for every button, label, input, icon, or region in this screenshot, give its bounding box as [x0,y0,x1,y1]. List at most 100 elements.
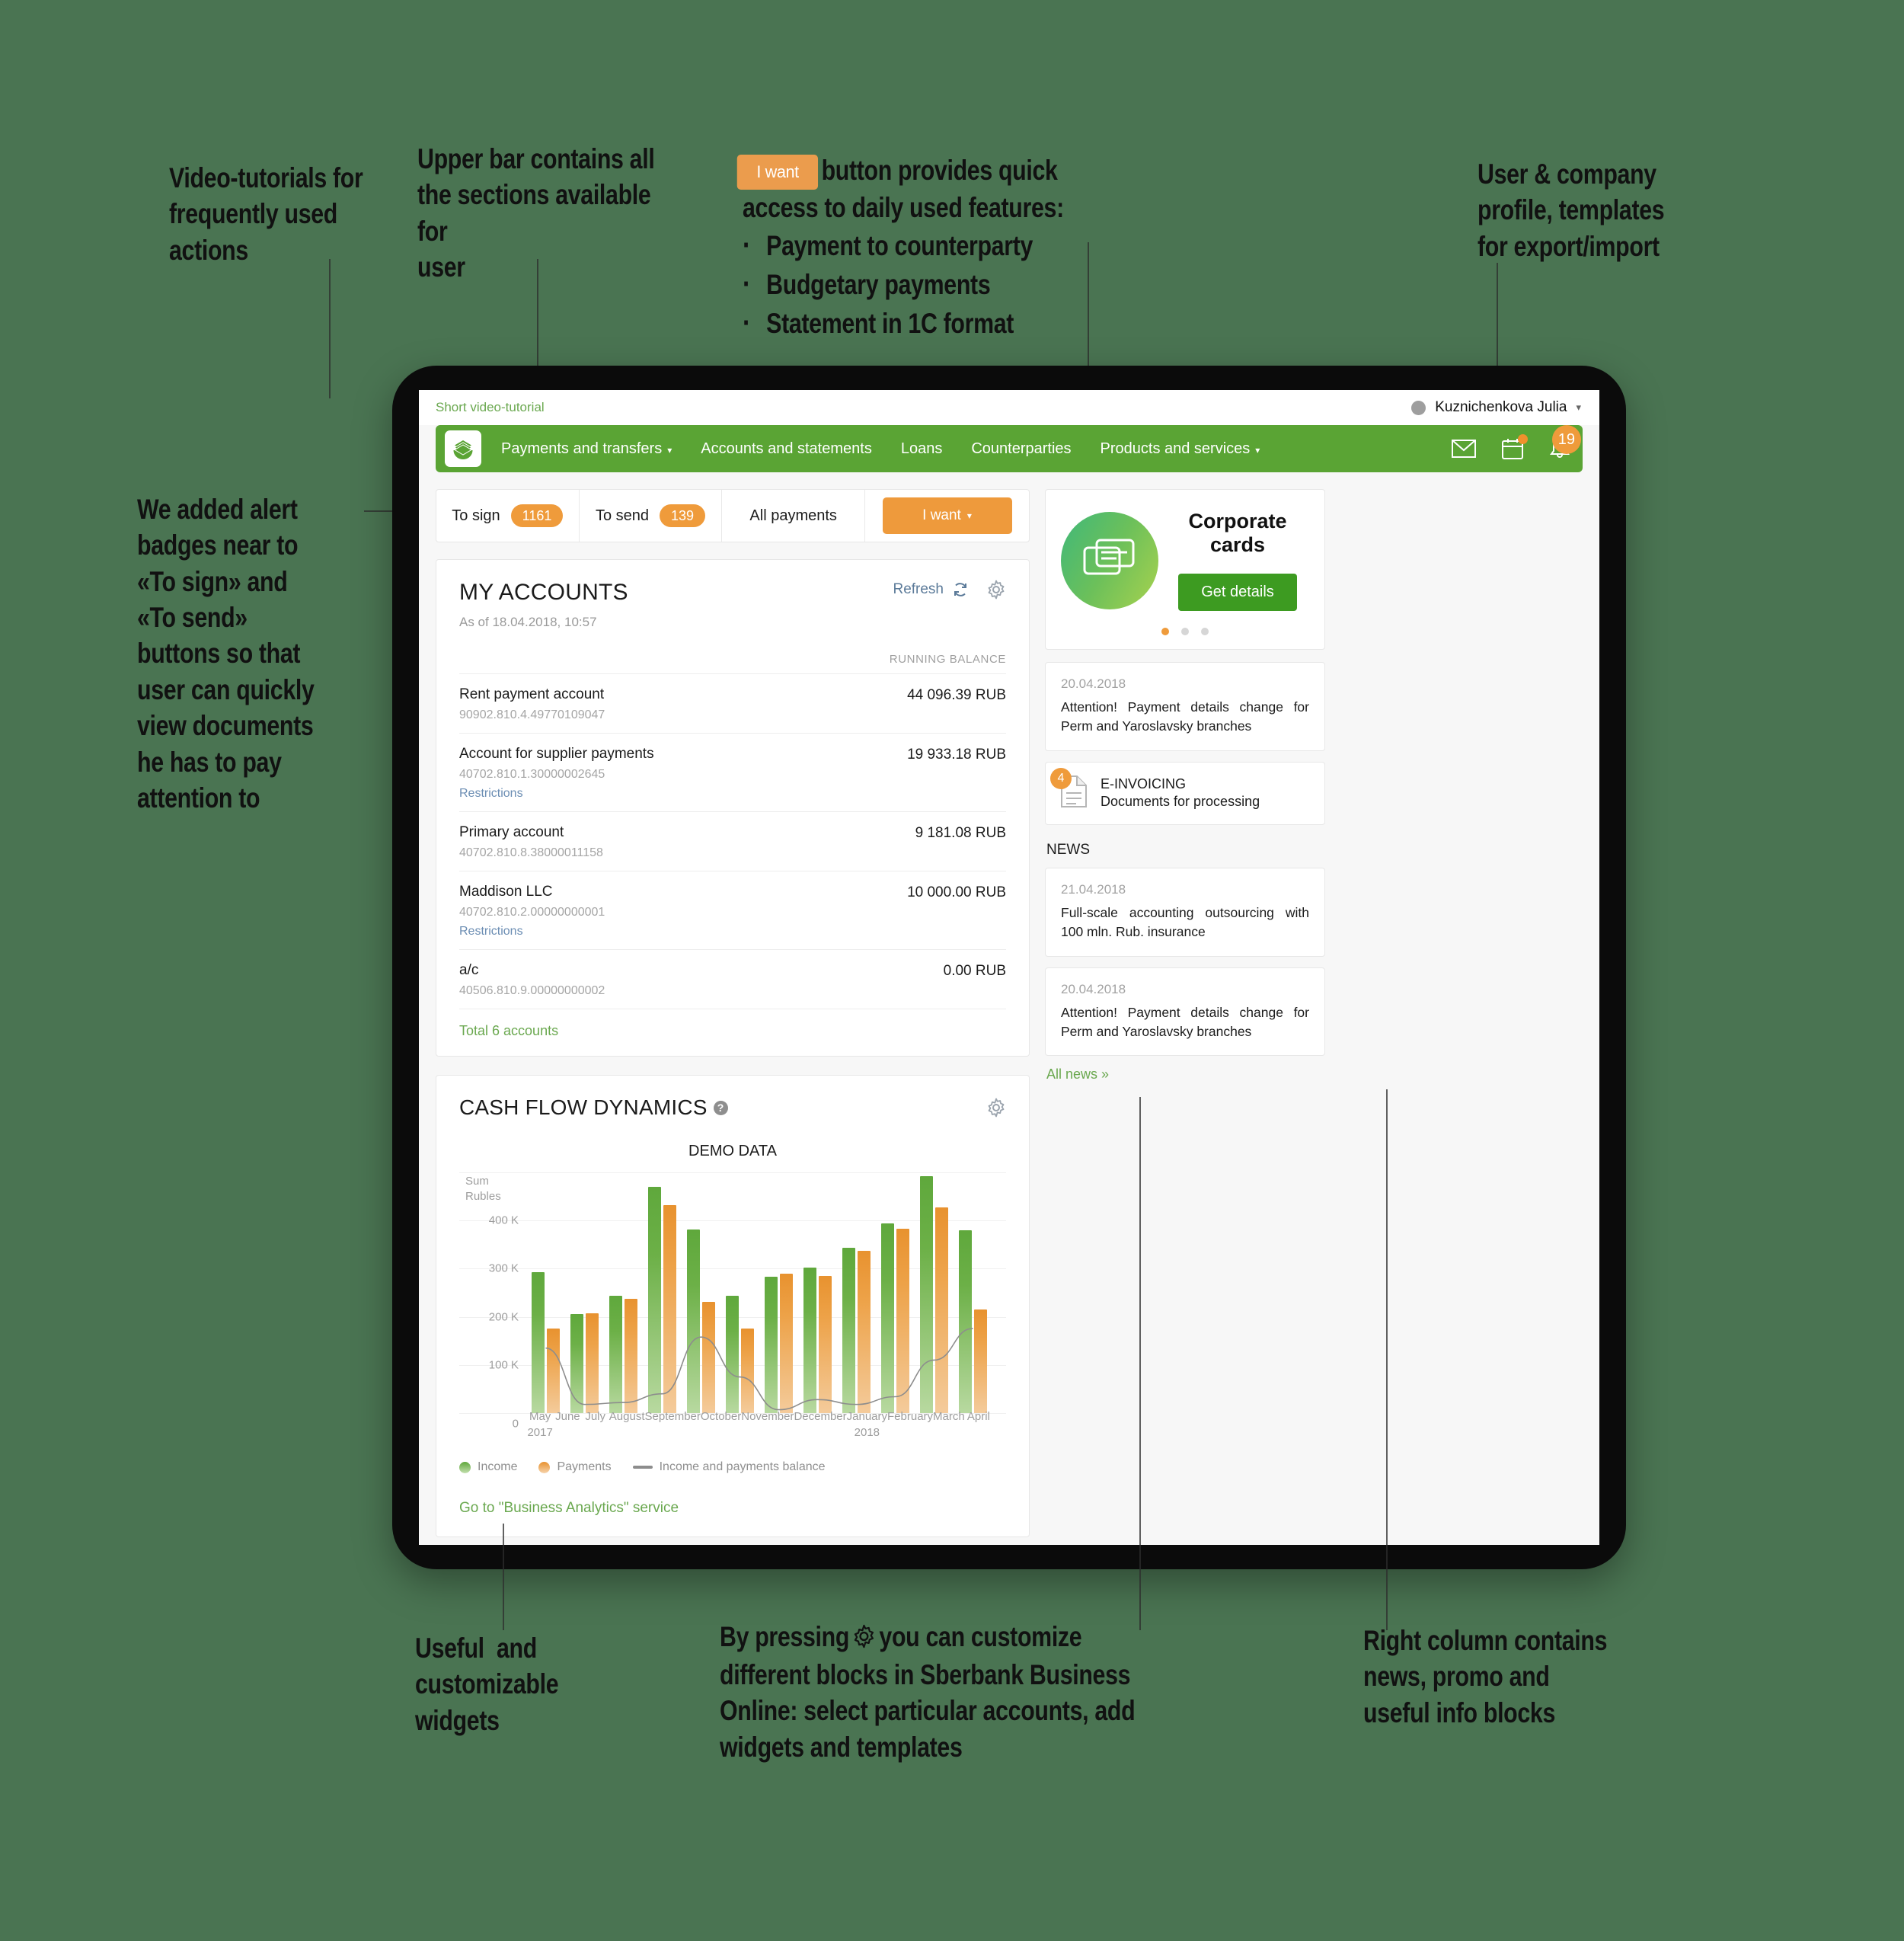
business-analytics-link[interactable]: Go to "Business Analytics" service [459,1500,1006,1517]
gear-icon[interactable] [986,1098,1006,1118]
chart-xtick: September [644,1410,701,1423]
annotation-gear-customize: By pressing you can customize different b… [720,1619,1207,1765]
to-send-label: To send [595,507,650,524]
total-accounts-link[interactable]: Total 6 accounts [459,1009,1006,1056]
my-accounts-actions: Refresh [893,580,1006,600]
table-row[interactable]: Primary account 40702.810.8.38000011158 … [459,811,1006,871]
my-accounts-header: MY ACCOUNTS As of 18.04.2018, 10:57 Refr… [459,580,1006,630]
chart-xtick: April [966,1410,990,1423]
user-area[interactable]: Kuznichenkova Julia ▾ [1411,399,1581,416]
alert-date: 20.04.2018 [1061,676,1126,691]
chart-plot-area: Sum Rubles 0 100 K 200 K 300 K 400 K May 2017 J… [459,1172,1006,1454]
news-item[interactable]: 20.04.2018 Attention! Payment details ch… [1045,967,1325,1057]
annotation-bullet: Statement in 1C format [743,304,1092,343]
chart-xtick: August [609,1410,645,1423]
e-invoicing-card[interactable]: 4 E-INVOICING Documents for processing [1045,761,1325,825]
running-balance-header: RUNNING BALANCE [889,653,1006,666]
e-invoicing-subtitle: Documents for processing [1101,794,1260,810]
chart-xtick: July [585,1410,605,1423]
account-name: Account for supplier payments [459,746,654,762]
account-balance: 0.00 RUB [943,963,1006,979]
chart-line-balance [546,1329,973,1410]
news-text: Attention! Payment details change for Pe… [1061,1004,1309,1039]
account-balance: 9 181.08 RUB [915,825,1006,841]
notifications-badge: 19 [1551,425,1581,454]
leader-line-gear [1139,1097,1141,1630]
chart-ytick: 300 K [488,1261,519,1275]
all-payments-button[interactable]: All payments [722,490,866,542]
account-number: 40702.810.1.30000002645 [459,768,605,781]
carousel-dots [1061,628,1309,635]
page-root: Video-tutorials for frequently used acti… [0,0,1904,1941]
chart-ytick: 100 K [488,1358,519,1372]
alert-card[interactable]: 20.04.2018 Attention! Payment details ch… [1045,662,1325,751]
to-send-button[interactable]: To send 139 [580,490,723,542]
account-name: Maddison LLC [459,884,553,900]
nav-label: Payments and transfers [501,440,663,457]
restrictions-link[interactable]: Restrictions [459,787,654,801]
annotation-bullet: Payment to counterparty [743,226,1092,265]
calendar-button[interactable] [1502,434,1528,459]
quick-actions-bar: To sign 1161 To send 139 All payments I … [436,489,1030,542]
nav-item-payments-and-transfers[interactable]: Payments and transfers ▾ [501,440,672,458]
as-of-timestamp: As of 18.04.2018, 10:57 [459,615,597,629]
notifications-button[interactable]: 19 [1549,425,1581,460]
help-icon[interactable]: ? [713,1100,728,1115]
account-number: 40506.810.9.00000000002 [459,984,605,997]
leader-line-widgets [503,1524,504,1630]
to-sign-badge: 1161 [510,504,564,527]
nav-item-products-and-services[interactable]: Products and services ▾ [1101,440,1260,458]
account-number: 40702.810.2.00000000001 [459,906,605,919]
chart-subtitle: DEMO DATA [688,1143,777,1159]
promo-content: Corporate cards Get details [1166,510,1309,611]
nav-item-accounts-and-statements[interactable]: Accounts and statements [701,440,872,458]
annotation-user-company: User & company profile, templates for ex… [1478,158,1665,262]
table-row[interactable]: a/c 40506.810.9.00000000002 0.00 RUB [459,949,1006,1009]
chart-xtick-labels: May 2017 June July August September October Nov… [526,1409,992,1441]
to-sign-button[interactable]: To sign 1161 [436,490,580,542]
carousel-dot[interactable] [1161,628,1169,635]
table-row[interactable]: Account for supplier payments 40702.810.… [459,733,1006,811]
gear-icon[interactable] [986,580,1006,600]
left-column: To sign 1161 To send 139 All payments I … [436,489,1030,1537]
sberbank-logo-icon [453,440,473,459]
cash-flow-title: CASH FLOW DYNAMICS ? [459,1095,728,1120]
mail-button[interactable] [1452,440,1476,458]
i-want-button[interactable]: I want ▾ [882,497,1012,534]
right-column: Corporate cards Get details 20.04.2018 A… [1045,489,1325,1537]
all-news-link[interactable]: All news » [1046,1066,1325,1082]
gear-icon [852,1621,876,1657]
to-send-badge: 139 [660,504,706,527]
sberbank-logo[interactable] [445,430,481,467]
account-name: Rent payment account [459,686,605,702]
restrictions-link[interactable]: Restrictions [459,925,605,939]
account-name: Primary account [459,824,564,840]
leader-line-video-tutorials [329,259,331,398]
get-details-button[interactable]: Get details [1178,574,1297,611]
annotation-i-want-line2: access to daily used features: [743,192,1064,224]
chart-xtick: January 2018 [846,1410,888,1439]
table-row[interactable]: Rent payment account 90902.810.4.4977010… [459,673,1006,733]
annotation-i-want: I want button provides quick access to dai… [736,152,1092,343]
alert-text: Attention! Payment details change for Pe… [1061,699,1309,734]
chart-ytick: 400 K [488,1214,519,1227]
avatar [1411,400,1426,415]
account-balance: 19 933.18 RUB [907,747,1006,763]
carousel-dot[interactable] [1201,628,1209,635]
cash-flow-title-text: CASH FLOW DYNAMICS [459,1095,708,1119]
carousel-dot[interactable] [1181,628,1189,635]
chevron-down-icon: ▾ [966,510,972,521]
refresh-icon [954,583,966,596]
nav-item-loans[interactable]: Loans [901,440,943,458]
table-row[interactable]: Maddison LLC 40702.810.2.00000000001 Res… [459,871,1006,949]
tablet-frame: Short video-tutorial Kuznichenkova Julia… [392,366,1626,1569]
news-item[interactable]: 21.04.2018 Full-scale accounting outsour… [1045,867,1325,957]
refresh-button[interactable]: Refresh [893,580,970,599]
nav-item-counterparties[interactable]: Counterparties [971,440,1071,458]
promo-row: Corporate cards Get details [1061,510,1309,611]
short-video-tutorial-link[interactable]: Short video-tutorial [436,400,545,415]
legend-dot-icon [459,1461,471,1473]
chevron-down-icon: ▾ [667,445,672,456]
chart-xtick: November [741,1410,794,1423]
chevron-down-icon[interactable]: ▾ [1576,401,1581,414]
